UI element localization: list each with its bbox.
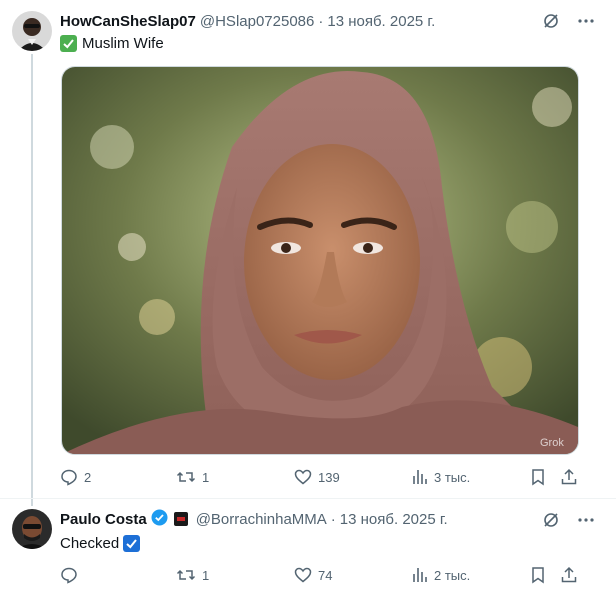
thread-connector-line xyxy=(31,54,33,506)
reply-button[interactable] xyxy=(60,564,84,586)
separator-dot: · xyxy=(330,510,336,528)
blue-check-box-icon xyxy=(123,534,141,552)
post-actions: 1 74 2 тыс. xyxy=(60,564,580,586)
like-button[interactable]: 139 xyxy=(294,466,340,488)
repost-button[interactable]: 1 xyxy=(176,466,209,488)
view-count: 3 тыс. xyxy=(434,469,471,485)
repost-button[interactable]: 1 xyxy=(176,564,209,586)
image-watermark: Grok xyxy=(540,437,564,449)
affiliate-badge-icon[interactable] xyxy=(173,512,188,526)
display-name[interactable]: HowCanSheSlap07 xyxy=(60,13,196,30)
share-icon xyxy=(561,566,577,583)
post-body-text: Checked xyxy=(60,534,120,552)
heart-icon xyxy=(294,469,312,485)
verified-badge-icon xyxy=(151,509,168,530)
grok-icon[interactable] xyxy=(542,12,560,30)
views-button[interactable]: 3 тыс. xyxy=(412,466,470,488)
more-options-icon[interactable] xyxy=(578,13,594,29)
analytics-icon xyxy=(413,470,427,484)
reply-count: 2 xyxy=(84,469,92,485)
separator-dot: · xyxy=(318,12,324,30)
share-icon xyxy=(561,468,577,485)
repost-icon xyxy=(176,569,196,581)
reply-button[interactable]: 2 xyxy=(60,466,91,488)
user-handle[interactable]: @HSlap0725086 xyxy=(200,13,314,30)
analytics-icon xyxy=(413,568,427,582)
repost-icon xyxy=(176,471,196,483)
post-top-icons xyxy=(542,511,594,529)
post-image[interactable]: Grok xyxy=(61,66,579,455)
share-button[interactable] xyxy=(560,466,578,488)
post-actions: 2 1 139 3 тыс. xyxy=(60,466,580,488)
user-handle[interactable]: @BorrachinhaMMA xyxy=(196,511,327,528)
avatar[interactable] xyxy=(12,509,52,549)
post-top-icons xyxy=(542,12,594,30)
post-text: Checked xyxy=(60,533,141,553)
green-check-box-icon xyxy=(60,34,77,52)
bookmark-button[interactable] xyxy=(530,564,546,586)
bookmark-icon xyxy=(532,567,544,584)
like-button[interactable]: 74 xyxy=(294,564,332,586)
view-count: 2 тыс. xyxy=(434,567,471,583)
grok-icon[interactable] xyxy=(542,511,560,529)
post-text: Muslim Wife xyxy=(60,33,164,53)
more-options-icon[interactable] xyxy=(578,512,594,528)
post-header: Paulo Costa @BorrachinhaMMA · 13 нояб. 2… xyxy=(60,509,616,529)
display-name[interactable]: Paulo Costa xyxy=(60,511,147,528)
reply-icon xyxy=(61,469,77,486)
post-divider xyxy=(0,498,616,499)
post-date[interactable]: 13 нояб. 2025 г. xyxy=(340,511,448,528)
avatar[interactable] xyxy=(12,11,52,51)
bookmark-button[interactable] xyxy=(530,466,546,488)
post-body-text: Muslim Wife xyxy=(82,34,164,52)
reply-icon xyxy=(61,567,77,584)
heart-icon xyxy=(294,567,312,583)
repost-count: 1 xyxy=(202,469,210,485)
repost-count: 1 xyxy=(202,567,210,583)
post-header: HowCanSheSlap07 @HSlap0725086 · 13 нояб.… xyxy=(60,11,616,31)
like-count: 74 xyxy=(318,567,333,583)
post-date[interactable]: 13 нояб. 2025 г. xyxy=(327,13,435,30)
bookmark-icon xyxy=(532,469,544,486)
share-button[interactable] xyxy=(560,564,578,586)
views-button[interactable]: 2 тыс. xyxy=(412,564,470,586)
like-count: 139 xyxy=(318,469,340,485)
